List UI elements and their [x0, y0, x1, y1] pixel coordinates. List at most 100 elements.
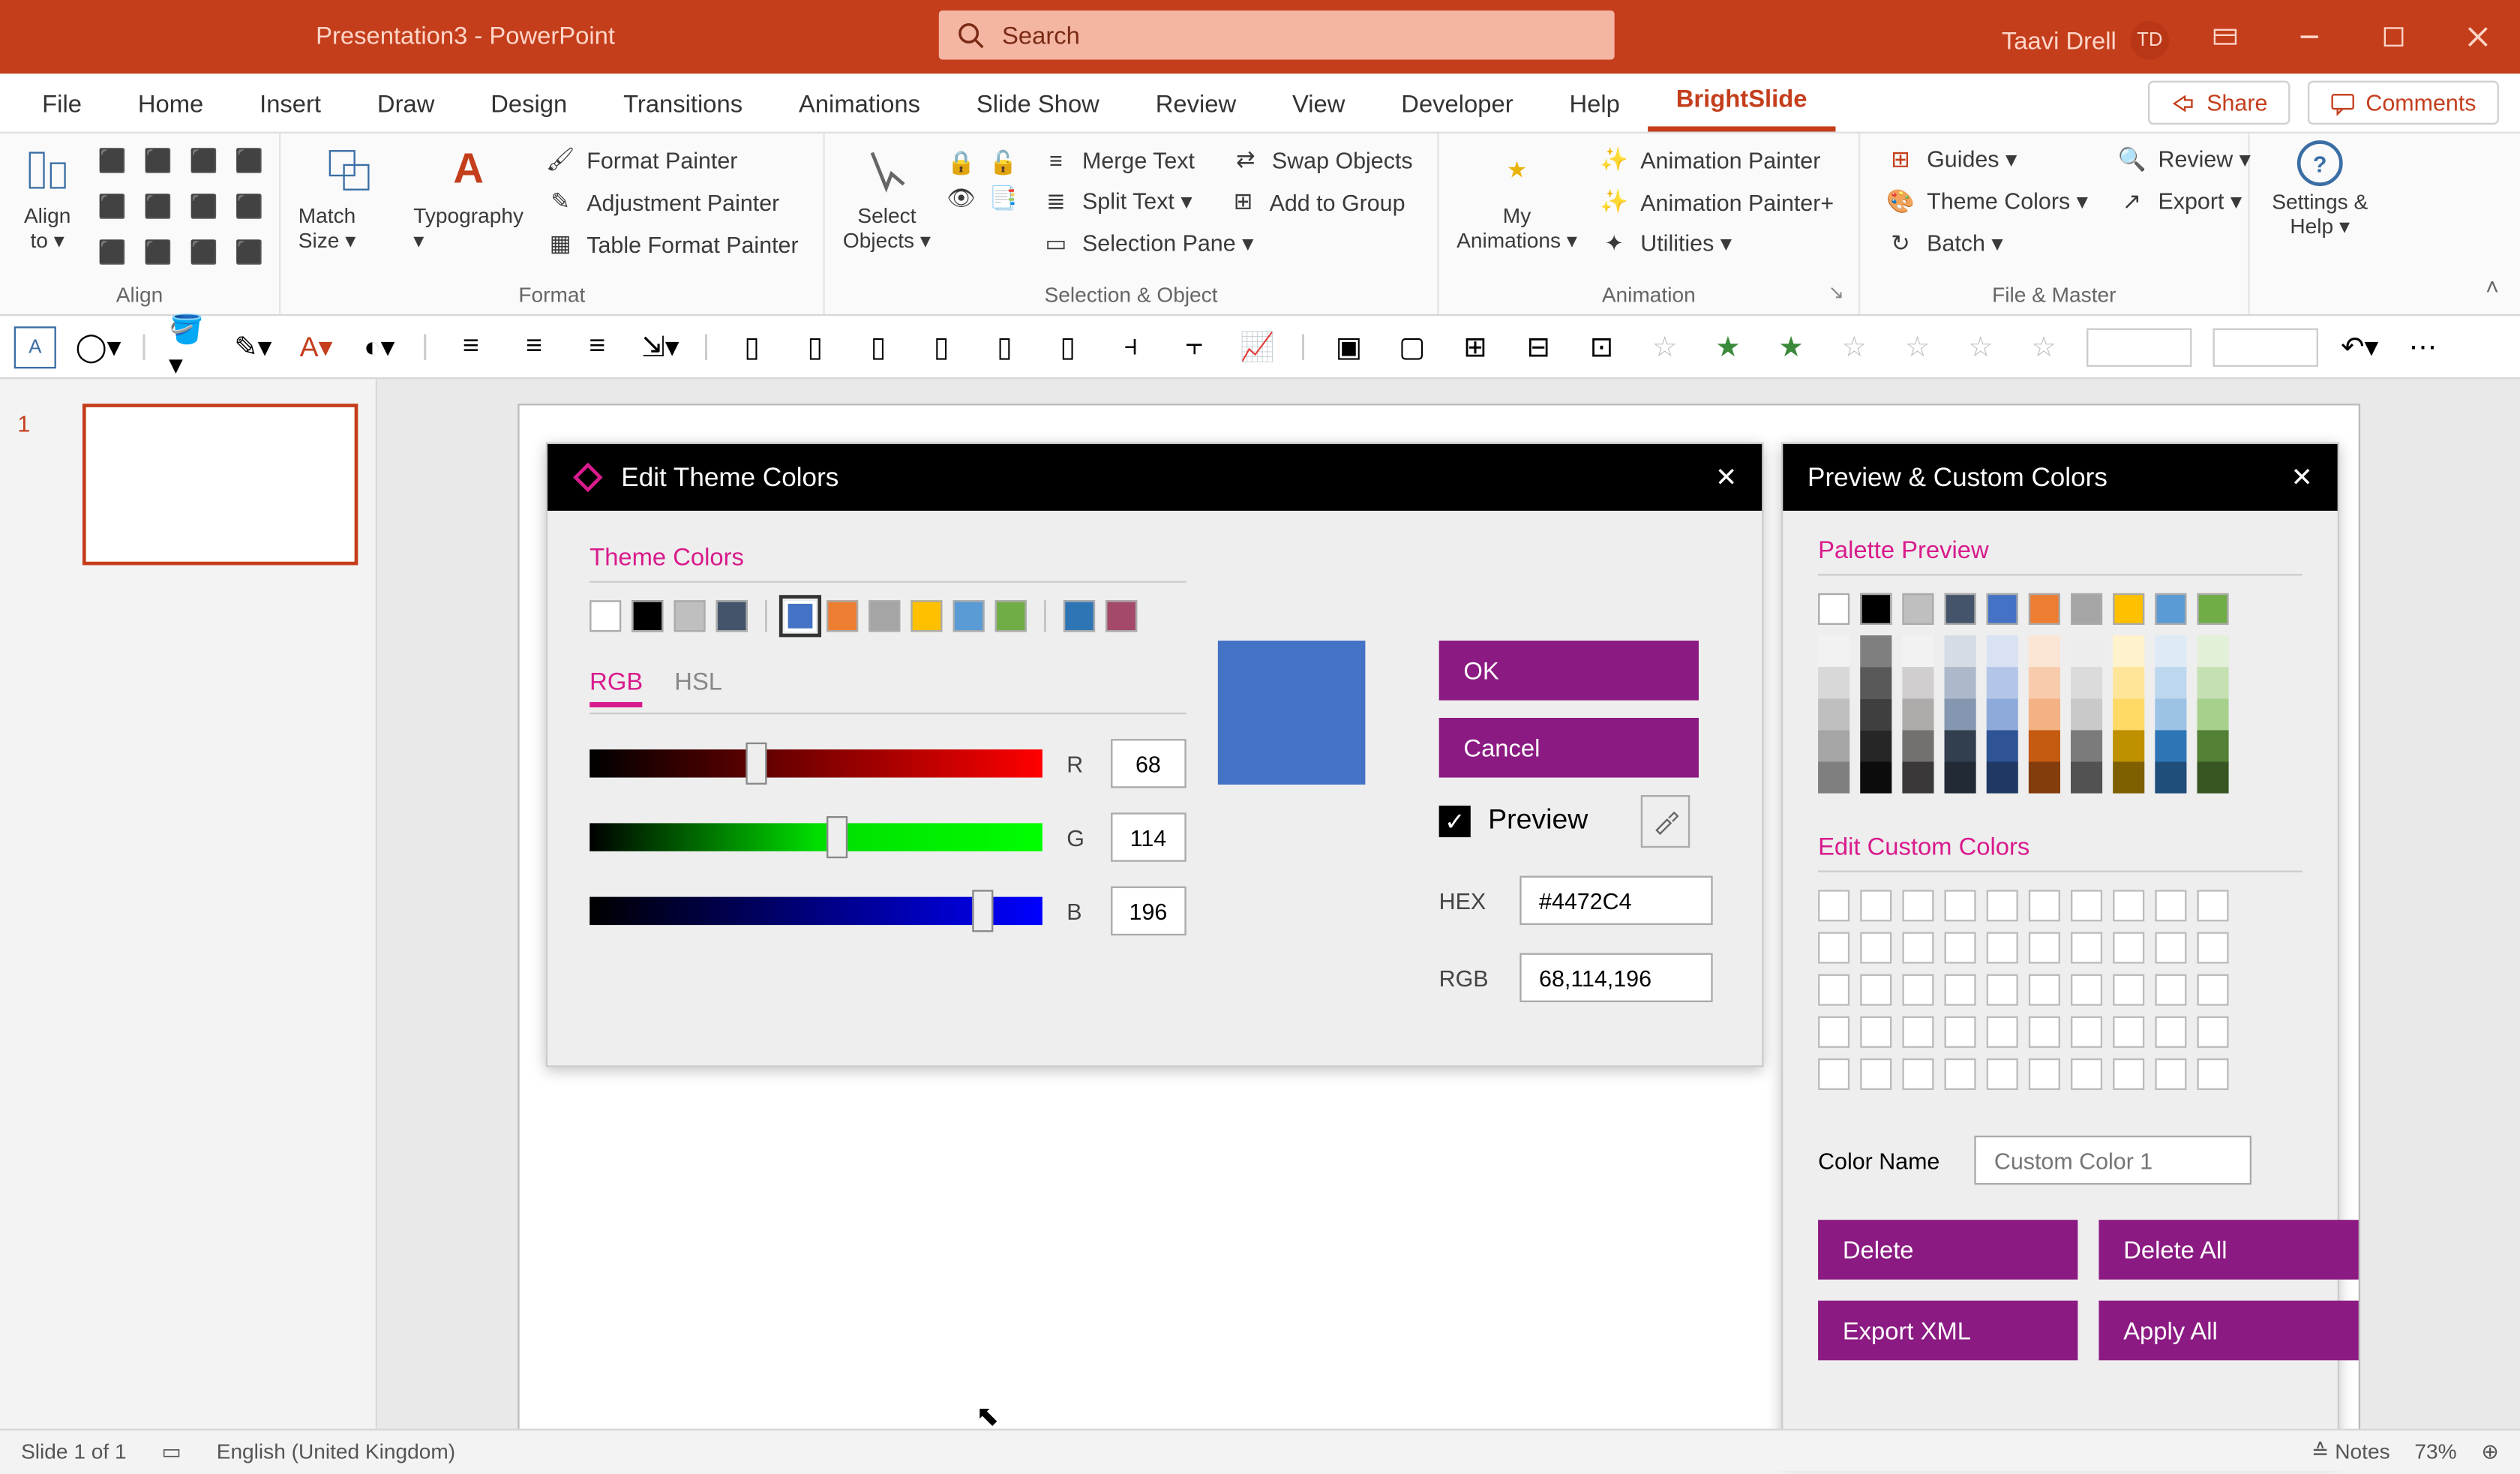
palette-swatch[interactable]	[1902, 635, 1934, 667]
dialog1-close-icon[interactable]: ✕	[1715, 461, 1737, 493]
qat-dist-v-icon[interactable]: ⫟	[1173, 326, 1215, 368]
qat-bring-front-icon[interactable]: ▣	[1328, 326, 1370, 368]
palette-swatch[interactable]	[2029, 667, 2060, 698]
unlock-icon[interactable]: 🔓	[988, 148, 1019, 179]
palette-swatch[interactable]	[1860, 593, 1892, 625]
palette-swatch[interactable]	[1860, 730, 1892, 761]
palette-swatch[interactable]	[2113, 593, 2144, 625]
qat-chart-icon[interactable]: 📈	[1236, 326, 1278, 368]
b-slider[interactable]	[590, 897, 1042, 925]
r-value[interactable]: 68	[1110, 739, 1186, 788]
palette-swatch[interactable]	[1902, 698, 1934, 730]
custom-color-slot[interactable]	[1987, 1058, 2018, 1090]
custom-color-slot[interactable]	[2071, 1016, 2102, 1048]
share-button[interactable]: Share	[2149, 81, 2290, 125]
palette-swatch[interactable]	[1987, 635, 2018, 667]
palette-swatch[interactable]	[2113, 635, 2144, 667]
format-painter-button[interactable]: 🖌Format Painter	[538, 140, 806, 179]
palette-swatch[interactable]	[1902, 761, 1934, 793]
lock-icon[interactable]: 🔒	[946, 148, 977, 179]
palette-swatch[interactable]	[1818, 730, 1850, 761]
apply-all-button[interactable]: Apply All	[2098, 1301, 2358, 1361]
palette-swatch[interactable]	[2071, 698, 2102, 730]
palette-swatch[interactable]	[1860, 761, 1892, 793]
palette-swatch[interactable]	[2071, 667, 2102, 698]
custom-color-slot[interactable]	[1987, 932, 2018, 963]
palette-swatch[interactable]	[1902, 667, 1934, 698]
palette-swatch[interactable]	[1945, 698, 1976, 730]
palette-swatch[interactable]	[2029, 635, 2060, 667]
qat-more-icon[interactable]: ⋯	[2402, 326, 2444, 368]
g-slider[interactable]	[590, 823, 1042, 851]
custom-color-slot[interactable]	[2155, 890, 2186, 921]
palette-swatch[interactable]	[2071, 730, 2102, 761]
theme-colors-button[interactable]: 🎨Theme Colors ▾	[1878, 182, 2096, 221]
align-bottom-icon[interactable]: ⬛	[182, 186, 224, 228]
qat-objalign-2-icon[interactable]: ▯	[794, 326, 836, 368]
qat-fill-icon[interactable]: 🪣▾	[169, 326, 211, 368]
maximize-button[interactable]	[2351, 0, 2435, 74]
custom-color-slot[interactable]	[2155, 932, 2186, 963]
palette-swatch[interactable]	[2113, 761, 2144, 793]
palette-swatch[interactable]	[1987, 698, 2018, 730]
align-center-icon[interactable]: ⬛	[137, 140, 179, 182]
distribute-h-icon[interactable]: ⬛	[228, 140, 270, 182]
batch-button[interactable]: ↻Batch ▾	[1878, 224, 2096, 263]
tab-review[interactable]: Review	[1127, 76, 1264, 132]
align-b-icon[interactable]: ⬛	[137, 232, 179, 274]
align-middle-icon[interactable]: ⬛	[137, 186, 179, 228]
close-button[interactable]	[2436, 0, 2520, 74]
palette-swatch[interactable]	[1945, 730, 1976, 761]
qat-star7-icon[interactable]: ☆	[2023, 326, 2065, 368]
tab-file[interactable]: File	[14, 76, 110, 132]
palette-swatch[interactable]	[2155, 730, 2186, 761]
collapse-ribbon-icon[interactable]: ˄	[2486, 274, 2499, 300]
status-notes[interactable]: ≙ Notes	[2312, 1438, 2390, 1463]
align-top-icon[interactable]: ⬛	[92, 186, 134, 228]
custom-color-slot[interactable]	[2029, 974, 2060, 1006]
qat-star6-icon[interactable]: ☆	[1960, 326, 2002, 368]
palette-swatch[interactable]	[1945, 635, 1976, 667]
palette-swatch[interactable]	[1818, 593, 1850, 625]
hex-value[interactable]: #4472C4	[1520, 876, 1712, 926]
custom-color-slot[interactable]	[1860, 1016, 1892, 1048]
adjustment-painter-button[interactable]: ✎Adjustment Painter	[538, 182, 806, 221]
theme-swatch[interactable]	[1064, 600, 1095, 632]
theme-swatch[interactable]	[716, 600, 748, 632]
custom-color-slot[interactable]	[1987, 974, 2018, 1006]
palette-swatch[interactable]	[2155, 593, 2186, 625]
palette-swatch[interactable]	[2113, 667, 2144, 698]
ok-button[interactable]: OK	[1439, 641, 1699, 701]
qat-textbox-icon[interactable]: A	[14, 326, 56, 368]
custom-color-slot[interactable]	[1902, 890, 1934, 921]
palette-swatch[interactable]	[2197, 593, 2228, 625]
custom-color-slot[interactable]	[2197, 932, 2228, 963]
animation-dialog-launcher-icon[interactable]: ↘	[1828, 281, 1845, 303]
b-value[interactable]: 196	[1110, 887, 1186, 936]
qat-dropdown-1[interactable]	[2086, 327, 2191, 365]
palette-swatch[interactable]	[2113, 730, 2144, 761]
tab-help[interactable]: Help	[1541, 76, 1648, 132]
tab-transitions[interactable]: Transitions	[596, 76, 771, 132]
qat-group-icon[interactable]: ⊞	[1454, 326, 1496, 368]
palette-swatch[interactable]	[1818, 667, 1850, 698]
search-box[interactable]: Search	[939, 11, 1615, 60]
user-area[interactable]: Taavi Drell TD	[2002, 21, 2169, 59]
status-language[interactable]: English (United Kingdom)	[217, 1438, 455, 1463]
animation-painter-button[interactable]: ✨Animation Painter	[1592, 140, 1841, 179]
qat-send-back-icon[interactable]: ▢	[1391, 326, 1433, 368]
settings-help-button[interactable]: ? Settings & Help ▾	[2267, 140, 2372, 239]
selection-pane-button[interactable]: ▭Selection Pane ▾	[1034, 224, 1420, 263]
custom-color-slot[interactable]	[1902, 974, 1934, 1006]
qat-font-color-icon[interactable]: A▾	[295, 326, 337, 368]
custom-color-slot[interactable]	[1860, 890, 1892, 921]
custom-color-slot[interactable]	[2155, 1058, 2186, 1090]
palette-swatch[interactable]	[1945, 593, 1976, 625]
custom-color-slot[interactable]	[1902, 1058, 1934, 1090]
qat-align-left-icon[interactable]: ≡	[450, 326, 492, 368]
qat-align-more-icon[interactable]: ⇲▾	[639, 326, 681, 368]
palette-swatch[interactable]	[2113, 698, 2144, 730]
edit-custom-colors-label[interactable]: Edit Custom Colors	[1818, 832, 2302, 860]
my-animations-button[interactable]: ★ My Animations ▾	[1456, 140, 1577, 253]
tab-insert[interactable]: Insert	[232, 76, 350, 132]
